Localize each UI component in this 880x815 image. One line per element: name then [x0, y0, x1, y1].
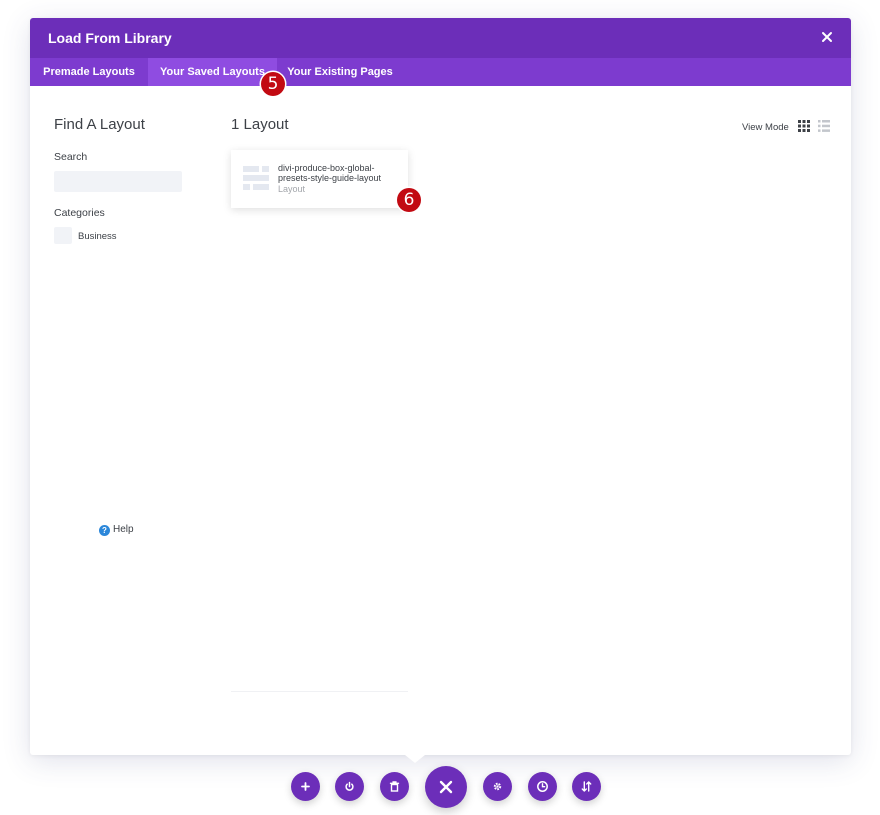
tab-premade-layouts[interactable]: Premade Layouts [30, 58, 148, 86]
help-link[interactable]: ? Help [99, 524, 134, 536]
close-builder-button[interactable] [425, 766, 467, 808]
help-label: Help [113, 524, 134, 535]
close-icon[interactable] [820, 30, 834, 44]
page-settings-button[interactable] [483, 772, 512, 801]
trash-icon [389, 781, 400, 792]
tab-your-saved-layouts[interactable]: Your Saved Layouts [148, 58, 277, 86]
categories-label: Categories [54, 207, 105, 219]
search-input[interactable] [54, 171, 182, 192]
portability-button[interactable] [335, 772, 364, 801]
grid-view-icon[interactable] [798, 119, 810, 137]
power-icon [345, 781, 354, 791]
sort-icon [581, 781, 592, 792]
view-mode-label: View Mode [742, 122, 789, 133]
search-label: Search [54, 151, 88, 163]
layout-card[interactable]: divi-produce-box-global-presets-style-gu… [231, 150, 408, 208]
close-icon [439, 780, 453, 794]
step-badge-6: 6 [397, 188, 421, 212]
load-from-library-modal: Load From Library Premade Layouts Your S… [30, 18, 851, 755]
divider [231, 691, 408, 692]
history-button[interactable] [528, 772, 557, 801]
question-icon: ? [99, 525, 110, 536]
layout-thumbnail-icon [243, 166, 270, 197]
add-button[interactable] [291, 772, 320, 801]
list-view-icon[interactable] [818, 119, 830, 137]
history-icon [537, 781, 548, 792]
category-business-label[interactable]: Business [78, 231, 117, 242]
step-badge-5: 5 [261, 72, 285, 96]
results-count-title: 1 Layout [231, 116, 289, 133]
modal-pointer [405, 755, 425, 763]
sidebar-title: Find A Layout [54, 116, 145, 133]
tab-your-existing-pages[interactable]: Your Existing Pages [277, 58, 403, 86]
plus-icon [301, 782, 310, 791]
modal-header: Load From Library [30, 18, 851, 58]
gear-icon [493, 782, 502, 791]
portability-sort-button[interactable] [572, 772, 601, 801]
library-tabs: Premade Layouts Your Saved Layouts Your … [30, 58, 851, 86]
layout-name: divi-produce-box-global-presets-style-gu… [278, 163, 382, 183]
clear-layout-button[interactable] [380, 772, 409, 801]
category-business-checkbox[interactable] [54, 227, 72, 244]
modal-title: Load From Library [48, 30, 172, 46]
layout-type: Layout [278, 184, 306, 194]
